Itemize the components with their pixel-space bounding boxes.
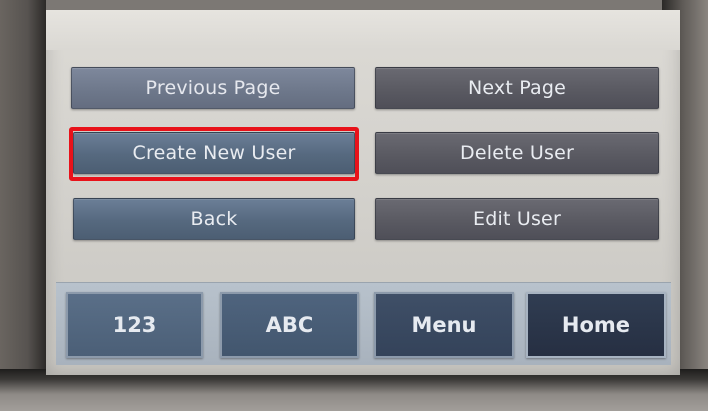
edit-user-button[interactable]: Edit User — [375, 198, 659, 240]
screen-header-area — [46, 10, 680, 50]
tab-home[interactable]: Home — [526, 292, 666, 358]
next-page-button[interactable]: Next Page — [375, 67, 659, 109]
tab-abc[interactable]: ABC — [220, 292, 359, 358]
touch-screen: Previous Page Next Page Create New User … — [46, 10, 680, 375]
previous-page-button[interactable]: Previous Page — [71, 67, 355, 109]
delete-user-button[interactable]: Delete User — [375, 132, 659, 174]
tab-123[interactable]: 123 — [66, 292, 203, 358]
create-new-user-button[interactable]: Create New User — [73, 132, 355, 174]
device-bezel-left — [0, 0, 46, 411]
device-bezel-bottom — [0, 369, 708, 411]
back-button[interactable]: Back — [73, 198, 355, 240]
bottom-tab-bar: 123 ABC Menu Home — [56, 282, 671, 365]
tab-menu[interactable]: Menu — [374, 292, 514, 358]
